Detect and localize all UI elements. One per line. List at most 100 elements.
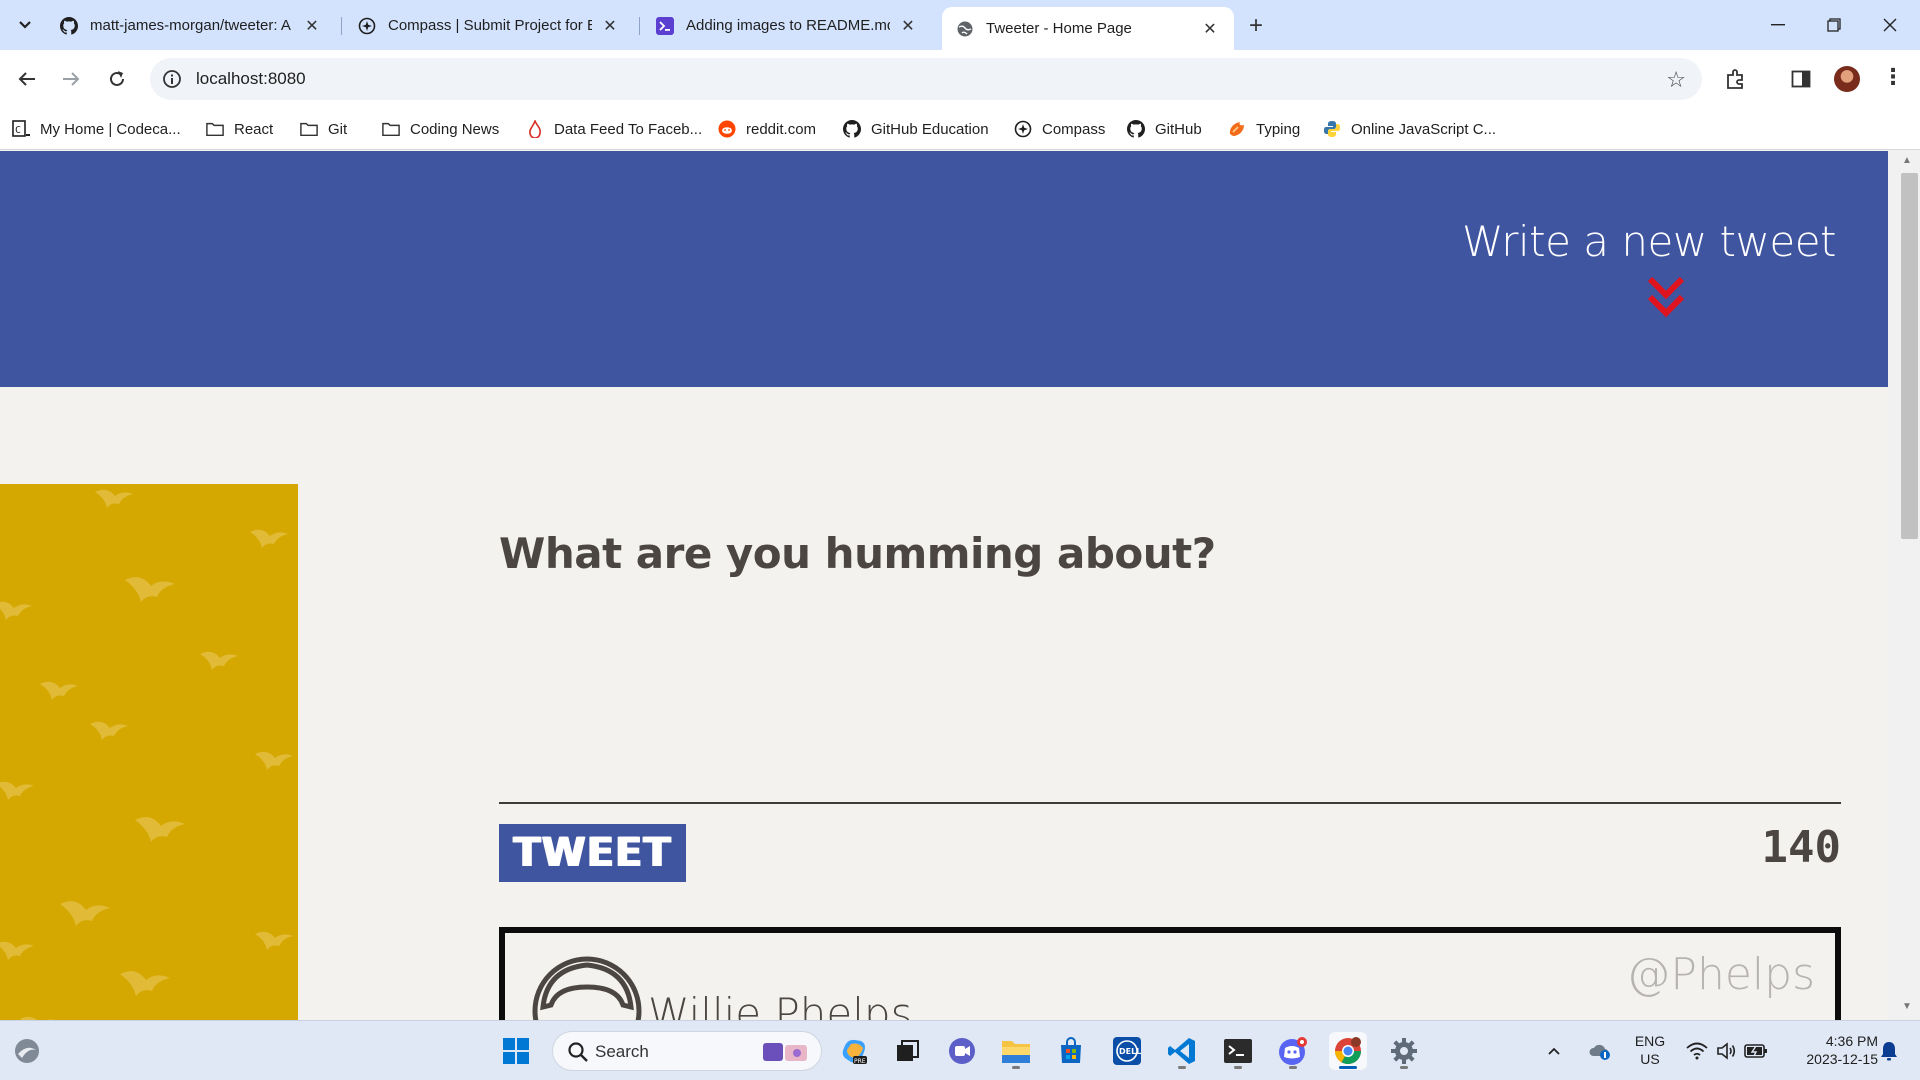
page-scrollbar[interactable]: ▲ ▼: [1888, 151, 1920, 1020]
bookmark-react[interactable]: React: [206, 116, 273, 142]
clock-time: 4:36 PM: [1825, 1033, 1878, 1049]
side-panel-icon[interactable]: [1788, 66, 1814, 92]
new-tab-button[interactable]: +: [1242, 12, 1270, 40]
language-code: ENG: [1634, 1033, 1666, 1049]
bookmark-online-js[interactable]: Online JavaScript C...: [1323, 116, 1496, 142]
forward-button[interactable]: [56, 64, 86, 94]
bookmark-label: Coding News: [410, 120, 500, 138]
bookmark-compass[interactable]: Compass: [1014, 116, 1105, 142]
close-icon[interactable]: ✕: [898, 16, 918, 36]
chevron-down-icon: [19, 21, 31, 29]
minimize-button[interactable]: [1750, 0, 1806, 50]
bookmark-codecademy[interactable]: C My Home | Codeca...: [12, 116, 181, 142]
extensions-icon[interactable]: [1723, 66, 1749, 92]
bookmark-star-icon[interactable]: ☆: [1666, 67, 1686, 93]
scroll-up-icon[interactable]: ▲: [1902, 155, 1912, 166]
discord-icon[interactable]: [1274, 1032, 1312, 1070]
task-view-icon[interactable]: [888, 1032, 926, 1070]
notification-bell-icon[interactable]: [1874, 1032, 1904, 1070]
close-icon[interactable]: ✕: [1200, 19, 1220, 39]
tab-readme[interactable]: Adding images to README.md ✕: [642, 7, 932, 44]
bookmark-label: My Home | Codeca...: [40, 120, 181, 138]
running-indicator: [1289, 1066, 1297, 1069]
battery-icon[interactable]: [1742, 1032, 1770, 1070]
globe-icon: [956, 20, 974, 38]
tab-title: Compass | Submit Project for Ev: [388, 17, 592, 34]
address-bar[interactable]: localhost:8080 ☆: [150, 58, 1702, 100]
bookmark-reddit[interactable]: reddit.com: [718, 116, 816, 142]
double-chevron-down-icon[interactable]: [1647, 276, 1685, 320]
reload-button[interactable]: [102, 64, 132, 94]
github-icon: [60, 16, 78, 35]
tab-separator: [341, 17, 342, 35]
tab-search-button[interactable]: [8, 9, 42, 41]
running-indicator: [1012, 1066, 1020, 1069]
arrow-right-icon: [63, 72, 80, 86]
taskbar-search-label: Search: [595, 1042, 649, 1061]
write-new-tweet-link[interactable]: Write a new tweet: [1462, 217, 1836, 266]
flame-icon: [526, 120, 544, 138]
tweet-submit-button[interactable]: TWEET: [499, 824, 686, 882]
running-indicator: [1178, 1066, 1186, 1069]
clock-date: 2023-12-15: [1806, 1051, 1878, 1067]
close-icon[interactable]: ✕: [600, 16, 620, 36]
bookmark-typing[interactable]: Typing: [1228, 116, 1300, 142]
taskbar-search[interactable]: Search: [552, 1031, 822, 1071]
wifi-icon[interactable]: [1684, 1032, 1710, 1070]
bookmark-data-feed[interactable]: Data Feed To Faceb...: [526, 116, 702, 142]
profile-avatar[interactable]: [1834, 66, 1860, 92]
scrollbar-thumb[interactable]: [1901, 173, 1918, 539]
bookmark-coding-news[interactable]: Coding News: [382, 116, 499, 142]
back-button[interactable]: [12, 64, 42, 94]
folder-icon: [382, 120, 400, 138]
microsoft-store-icon[interactable]: [1052, 1032, 1090, 1070]
widgets-icon[interactable]: [8, 1032, 46, 1070]
scroll-down-icon[interactable]: ▼: [1902, 1001, 1912, 1012]
compose-textarea[interactable]: What are you humming about?: [499, 529, 1841, 578]
tab-compass[interactable]: Compass | Submit Project for Ev ✕: [344, 7, 634, 44]
address-url[interactable]: localhost:8080: [196, 69, 306, 89]
settings-gear-icon[interactable]: [1385, 1032, 1423, 1070]
bookmark-git[interactable]: Git: [300, 116, 347, 142]
language-indicator[interactable]: ENG US: [1628, 1032, 1672, 1068]
bird-pattern-icon: [0, 489, 293, 1020]
vscode-icon[interactable]: [1163, 1032, 1201, 1070]
tweet-card: Willie Phelps @Phelps: [499, 927, 1841, 1020]
info-icon[interactable]: [162, 69, 182, 89]
svg-text:DELL: DELL: [1119, 1047, 1141, 1056]
codecademy-icon: C: [12, 120, 30, 138]
bookmark-label: Typing: [1256, 120, 1301, 138]
tweet-author-handle: @Phelps: [1626, 949, 1815, 1000]
compass-icon: [358, 17, 376, 35]
browser-toolbar: localhost:8080 ☆ ⋮: [0, 50, 1920, 108]
bookmark-label: GitHub Education: [871, 120, 989, 138]
region-code: US: [1640, 1051, 1660, 1067]
teams-meet-icon[interactable]: [943, 1032, 981, 1070]
bookmark-github-education[interactable]: GitHub Education: [843, 116, 989, 142]
chrome-icon[interactable]: [1329, 1032, 1367, 1070]
close-window-button[interactable]: [1862, 0, 1918, 50]
file-explorer-icon[interactable]: [997, 1032, 1035, 1070]
compose-tweet-form: What are you humming about? TWEET 140: [499, 529, 1841, 882]
tab-tweeter-home[interactable]: Tweeter - Home Page ✕: [942, 7, 1234, 50]
restore-button[interactable]: [1806, 0, 1862, 50]
bookmark-label: GitHub: [1155, 120, 1202, 138]
start-button[interactable]: [497, 1032, 535, 1070]
dell-icon[interactable]: DELL: [1108, 1032, 1146, 1070]
tab-github-tweeter[interactable]: matt-james-morgan/tweeter: A ✕: [46, 7, 336, 44]
bookmarks-bar: C My Home | Codeca... React Git Coding N…: [0, 108, 1920, 150]
terminal-app-icon[interactable]: [1219, 1032, 1257, 1070]
tweet-author-name: Willie Phelps: [648, 989, 913, 1020]
tab-title: Tweeter - Home Page: [986, 20, 1132, 37]
system-clock[interactable]: 4:36 PM 2023-12-15: [1782, 1032, 1878, 1068]
sidebar-bird-pattern: [0, 484, 298, 1020]
volume-icon[interactable]: [1713, 1032, 1739, 1070]
bookmark-github[interactable]: GitHub: [1127, 116, 1202, 142]
onedrive-icon[interactable]: [1585, 1032, 1615, 1070]
copilot-icon[interactable]: PRE: [835, 1032, 873, 1070]
menu-kebab-icon[interactable]: ⋮: [1882, 64, 1904, 90]
page-header: Write a new tweet: [0, 151, 1888, 387]
user-avatar-icon: [532, 956, 642, 1020]
close-icon[interactable]: ✕: [302, 16, 322, 36]
chevron-up-icon[interactable]: [1542, 1032, 1566, 1070]
